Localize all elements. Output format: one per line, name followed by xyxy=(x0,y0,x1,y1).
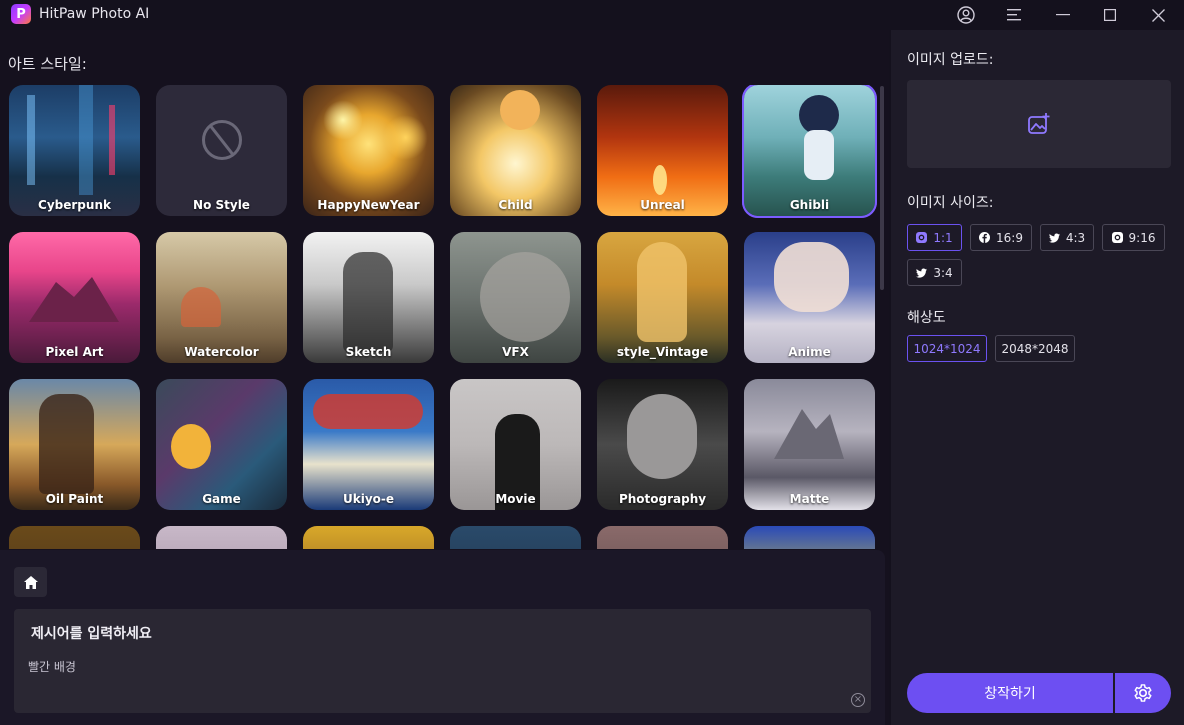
style-card-ukiyo-e[interactable]: Ukiyo-e xyxy=(303,379,434,510)
style-card-sketch[interactable]: Sketch xyxy=(303,232,434,363)
style-card-cyberpunk[interactable]: Cyberpunk xyxy=(9,85,140,216)
style-card-row4-2[interactable] xyxy=(156,526,287,549)
image-upload-dropzone[interactable] xyxy=(907,80,1171,168)
style-card-label: VFX xyxy=(502,345,529,359)
style-card-pixel-art[interactable]: Pixel Art xyxy=(9,232,140,363)
art-style-grid: Cyberpunk No Style HappyNewYear Child Un… xyxy=(0,85,880,549)
home-icon xyxy=(23,575,38,589)
art-style-label: 아트 스타일: xyxy=(8,55,87,73)
twitter-icon xyxy=(1048,232,1060,243)
style-card-photography[interactable]: Photography xyxy=(597,379,728,510)
style-card-row4-1[interactable] xyxy=(9,526,140,549)
style-card-label: No Style xyxy=(193,198,250,212)
style-card-label: Watercolor xyxy=(184,345,259,359)
instagram-icon xyxy=(1111,232,1123,243)
style-card-happynewyear[interactable]: HappyNewYear xyxy=(303,85,434,216)
resolution-option-1024[interactable]: 1024*1024 xyxy=(907,335,987,362)
app-logo-icon: P xyxy=(11,4,31,24)
home-button[interactable] xyxy=(14,567,47,597)
art-style-panel: 아트 스타일: Cyberpunk No Style HappyNewYear … xyxy=(0,30,889,725)
settings-button[interactable] xyxy=(1115,673,1171,713)
size-option-3-4[interactable]: 3:4 xyxy=(907,259,962,286)
menu-button[interactable] xyxy=(991,0,1037,30)
size-option-16-9[interactable]: 16:9 xyxy=(970,224,1032,251)
style-card-row4-3[interactable] xyxy=(303,526,434,549)
style-card-child[interactable]: Child xyxy=(450,85,581,216)
twitter-icon xyxy=(916,267,928,278)
style-card-watercolor[interactable]: Watercolor xyxy=(156,232,287,363)
style-card-no-style[interactable]: No Style xyxy=(156,85,287,216)
style-card-label: style_Vintage xyxy=(616,345,709,359)
style-card-label: Pixel Art xyxy=(45,345,104,359)
style-card-label: Oil Paint xyxy=(45,492,104,506)
style-card-label: Unreal xyxy=(640,198,685,212)
style-card-unreal[interactable]: Unreal xyxy=(597,85,728,216)
style-card-label: Ukiyo-e xyxy=(342,492,395,506)
style-card-label: Anime xyxy=(788,345,831,359)
style-card-label: Matte xyxy=(789,492,830,506)
clear-icon[interactable]: × xyxy=(851,693,865,707)
size-option-1-1[interactable]: 1:1 xyxy=(907,224,962,251)
no-style-icon xyxy=(202,120,242,160)
style-card-label: Photography xyxy=(618,492,707,506)
style-card-row4-5[interactable] xyxy=(597,526,728,549)
style-card-label: Movie xyxy=(495,492,536,506)
title-bar: P HitPaw Photo AI xyxy=(0,0,1184,30)
style-card-game[interactable]: Game xyxy=(156,379,287,510)
gear-icon xyxy=(1134,684,1152,702)
close-button[interactable] xyxy=(1135,0,1181,30)
size-option-9-16[interactable]: 9:16 xyxy=(1102,224,1165,251)
instagram-icon xyxy=(916,232,928,243)
menu-icon xyxy=(1007,9,1021,21)
style-card-label: Cyberpunk xyxy=(38,198,111,212)
size-option-4-3[interactable]: 4:3 xyxy=(1040,224,1094,251)
user-icon xyxy=(957,6,975,24)
style-grid-scrollbar[interactable] xyxy=(880,86,884,290)
facebook-icon xyxy=(979,232,991,243)
maximize-icon xyxy=(1104,9,1116,21)
create-button[interactable]: 창작하기 xyxy=(907,673,1113,713)
style-card-row4-4[interactable] xyxy=(450,526,581,549)
style-card-style-vintage[interactable]: style_Vintage xyxy=(597,232,728,363)
style-card-label: Sketch xyxy=(345,345,392,359)
style-card-movie[interactable]: Movie xyxy=(450,379,581,510)
minimize-button[interactable] xyxy=(1040,0,1086,30)
prompt-input[interactable]: 제시어를 입력하세요 빨간 배경 × xyxy=(14,609,871,713)
maximize-button[interactable] xyxy=(1087,0,1133,30)
upload-label: 이미지 업로드: xyxy=(907,52,994,68)
style-card-label: Child xyxy=(498,198,533,212)
settings-panel: 이미지 업로드: 이미지 사이즈: 1:1 16:9 4:3 9:16 3:4 … xyxy=(891,30,1184,725)
resolution-label: 해상도 xyxy=(907,310,946,326)
resolution-option-2048[interactable]: 2048*2048 xyxy=(995,335,1075,362)
size-label: 이미지 사이즈: xyxy=(907,195,994,211)
close-icon xyxy=(1151,8,1165,22)
add-image-icon xyxy=(1028,113,1050,134)
style-card-anime[interactable]: Anime xyxy=(744,232,875,363)
style-card-ghibli[interactable]: Ghibli xyxy=(742,85,877,218)
style-card-row4-6[interactable] xyxy=(744,526,875,549)
prompt-title: 제시어를 입력하세요 xyxy=(31,626,152,642)
style-card-matte[interactable]: Matte xyxy=(744,379,875,510)
prompt-area: 제시어를 입력하세요 빨간 배경 × xyxy=(0,550,885,725)
style-card-label: HappyNewYear xyxy=(317,198,420,212)
account-button[interactable] xyxy=(943,0,989,30)
prompt-text[interactable]: 빨간 배경 xyxy=(28,658,76,675)
minimize-icon xyxy=(1056,14,1070,16)
style-card-label: Game xyxy=(202,492,241,506)
style-card-label: Ghibli xyxy=(789,198,830,212)
style-card-oil-paint[interactable]: Oil Paint xyxy=(9,379,140,510)
app-title: HitPaw Photo AI xyxy=(39,6,150,22)
style-card-vfx[interactable]: VFX xyxy=(450,232,581,363)
